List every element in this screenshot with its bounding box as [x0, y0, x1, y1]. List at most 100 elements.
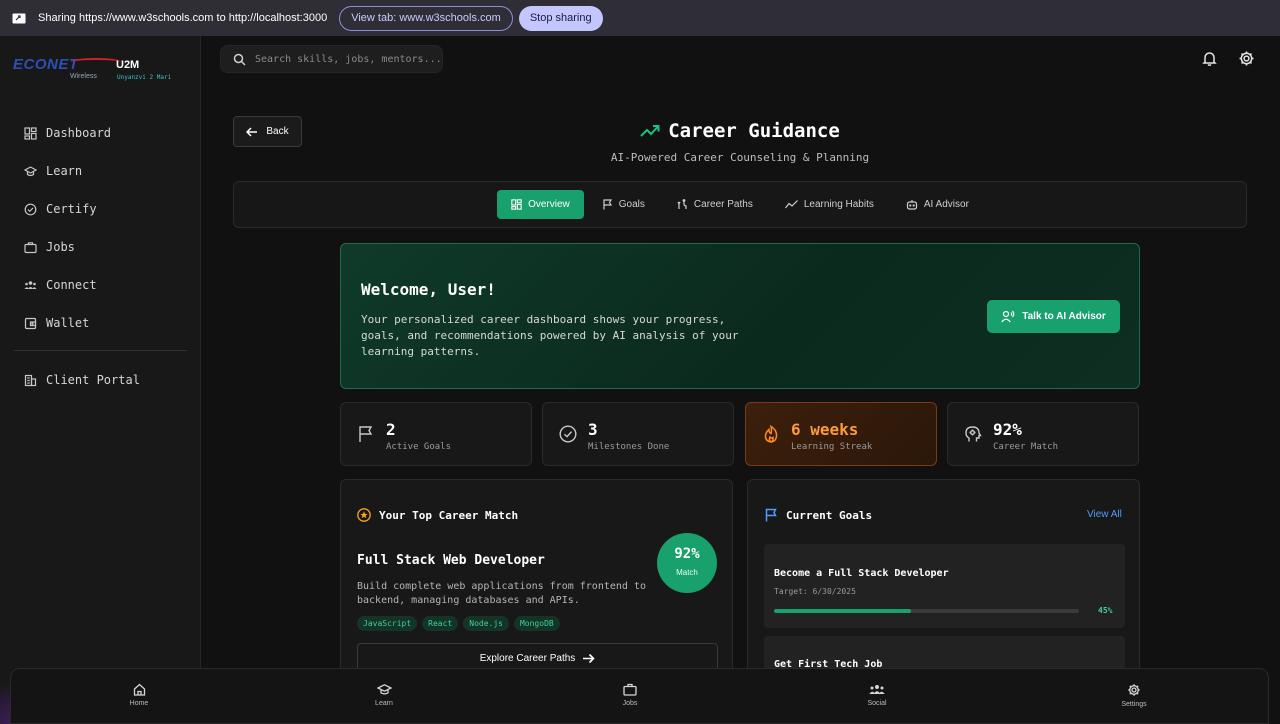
bottom-nav-label: Learn [375, 700, 393, 707]
flame-icon [762, 425, 780, 443]
grid-icon [511, 199, 528, 210]
gear-icon [1104, 683, 1164, 697]
bottom-nav: Home Learn Jobs Social Settings [10, 668, 1269, 724]
button-label: Talk to AI Advisor [1022, 311, 1106, 322]
tab-label: Career Paths [693, 199, 753, 210]
brand-name: ECONET [13, 56, 79, 73]
sidebar-divider [14, 350, 187, 351]
activity-icon [784, 199, 804, 210]
page-title: Career Guidance [0, 120, 1280, 142]
sidebar-item-jobs[interactable]: Jobs [14, 228, 187, 266]
stat-card-active-goals: 2 Active Goals [340, 402, 532, 466]
brain-icon [964, 425, 982, 443]
goal-target-date: Target: 6/30/2025 [774, 587, 856, 596]
tab-overview[interactable]: Overview [497, 190, 584, 219]
sidebar-item-certify[interactable]: Certify [14, 190, 187, 228]
welcome-text: Your personalized career dashboard shows… [361, 313, 739, 358]
building-icon [24, 374, 37, 387]
route-icon [677, 199, 694, 210]
sidebar-item-label: Client Portal [46, 373, 140, 387]
bell-icon[interactable] [1201, 50, 1218, 67]
trending-up-icon [640, 124, 668, 138]
sidebar-item-wallet[interactable]: Wallet [14, 304, 187, 342]
skill-chip: React [422, 616, 459, 631]
search-icon [233, 53, 246, 66]
gear-icon[interactable] [1238, 50, 1255, 67]
tab-goals[interactable]: Goals [588, 190, 659, 219]
skill-chip: Node.js [463, 616, 509, 631]
skill-chip: JavaScript [357, 616, 418, 631]
stat-value: 2 [386, 420, 396, 439]
bot-icon [906, 199, 924, 210]
share-message: Sharing https://www.w3schools.com to htt… [38, 12, 328, 24]
screen-share-icon [12, 13, 26, 24]
bottom-nav-label: Settings [1121, 701, 1147, 708]
sidebar-item-connect[interactable]: Connect [14, 266, 187, 304]
app-tagline: Unyanzvi 2 Mari [117, 74, 172, 81]
match-label: Match [676, 568, 698, 577]
goal-item[interactable]: Become a Full Stack Developer Target: 6/… [764, 544, 1125, 628]
card-heading: Your Top Career Match [357, 508, 518, 522]
check-circle-icon [559, 425, 577, 443]
stat-label: Milestones Done [588, 442, 670, 452]
bottom-nav-jobs[interactable]: Jobs [600, 683, 660, 707]
brand-sub: Wireless [70, 73, 97, 80]
logo[interactable]: ECONET Wireless U2M Unyanzvi 2 Mari [13, 56, 193, 86]
tab-learning-habits[interactable]: Learning Habits [771, 190, 888, 219]
skill-chips: JavaScript React Node.js MongoDB [357, 616, 565, 631]
bottom-nav-label: Social [867, 700, 887, 707]
sidebar-item-label: Jobs [46, 240, 75, 254]
search-bar[interactable]: Search skills, jobs, mentors... [220, 45, 443, 73]
page-title-text: Career Guidance [668, 120, 840, 142]
match-badge: 92% Match [657, 533, 717, 593]
star-circle-icon [357, 508, 379, 522]
briefcase-icon [24, 241, 37, 254]
card-heading: Current Goals [764, 508, 872, 522]
bottom-nav-settings[interactable]: Settings [1104, 683, 1164, 708]
tab-ai-advisor[interactable]: AI Advisor [892, 190, 983, 219]
users-icon [24, 279, 37, 292]
goal-title: Become a Full Stack Developer [774, 568, 949, 579]
sidebar-item-client-portal[interactable]: Client Portal [14, 361, 187, 399]
welcome-title: Welcome, User! [361, 280, 496, 299]
tab-label: Goals [618, 199, 645, 210]
tab-bar: Overview Goals Career Paths Learning Hab… [233, 181, 1247, 228]
wallet-icon [24, 317, 37, 330]
tab-label: Overview [528, 199, 570, 210]
goal-progress-fill [774, 609, 912, 613]
bottom-nav-social[interactable]: Social [847, 683, 907, 707]
home-icon [109, 683, 169, 696]
stat-label: Career Match [993, 442, 1059, 452]
bottom-nav-learn[interactable]: Learn [354, 683, 414, 707]
app-name: U2M [116, 59, 140, 71]
sidebar-item-label: Learn [46, 164, 83, 178]
search-input[interactable]: Search skills, jobs, mentors... [255, 54, 442, 65]
match-value: 92% [674, 546, 700, 562]
top-career-match-card: Your Top Career Match Full Stack Web Dev… [340, 479, 733, 679]
talk-to-ai-advisor-button[interactable]: Talk to AI Advisor [987, 300, 1120, 333]
bottom-nav-label: Home [129, 700, 149, 707]
sidebar-item-label: Connect [46, 278, 97, 292]
skill-chip: MongoDB [513, 616, 560, 631]
stop-sharing-button[interactable]: Stop sharing [518, 5, 603, 31]
welcome-card: Welcome, User! Your personalized career … [340, 243, 1140, 389]
career-title: Full Stack Web Developer [357, 553, 545, 568]
stat-value: 6 weeks [791, 420, 859, 439]
graduation-cap-icon [354, 683, 414, 696]
briefcase-icon [600, 683, 660, 696]
flag-icon [602, 199, 619, 210]
stat-card-learning-streak: 6 weeks Learning Streak [745, 402, 937, 466]
flag-icon [357, 425, 375, 443]
arrow-right-icon [575, 653, 595, 664]
bottom-nav-home[interactable]: Home [109, 683, 169, 707]
card-heading-text: Current Goals [786, 508, 873, 522]
graduation-cap-icon [24, 165, 37, 178]
users-icon [847, 683, 907, 696]
view-all-link[interactable]: View All [1087, 509, 1122, 520]
stat-label: Active Goals [386, 442, 452, 452]
button-label: Explore Career Paths [479, 653, 576, 664]
goal-progress-label: 45% [1098, 606, 1113, 615]
tab-career-paths[interactable]: Career Paths [663, 190, 767, 219]
bottom-nav-label: Jobs [622, 700, 638, 707]
view-tab-button[interactable]: View tab: www.w3schools.com [339, 5, 513, 31]
